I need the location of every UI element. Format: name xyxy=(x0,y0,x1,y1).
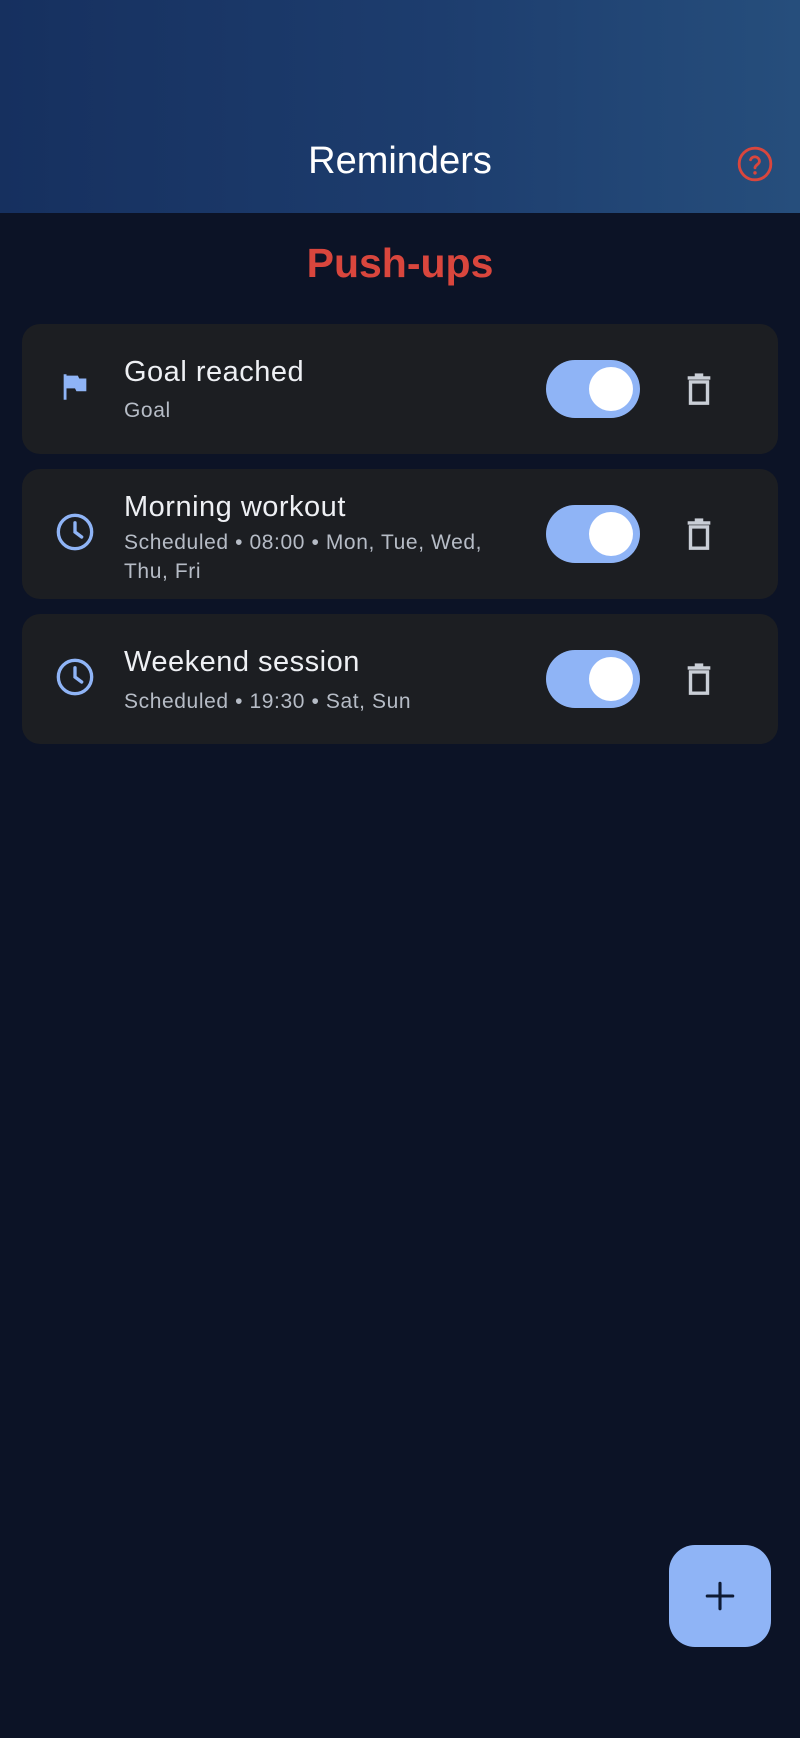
reminder-toggle[interactable] xyxy=(546,360,640,418)
toggle-knob xyxy=(589,657,633,701)
reminder-toggle[interactable] xyxy=(546,505,640,563)
reminder-subtitle: Goal xyxy=(124,399,171,422)
app-bar: Reminders xyxy=(0,0,800,213)
plus-icon xyxy=(705,1581,735,1611)
toggle-knob xyxy=(589,367,633,411)
delete-button[interactable] xyxy=(677,657,721,701)
delete-button[interactable] xyxy=(677,512,721,556)
trash-icon xyxy=(687,518,711,550)
help-button[interactable] xyxy=(736,145,774,183)
reminder-title: Goal reached xyxy=(124,356,305,388)
reminder-subtitle: Scheduled • 19:30 • Sat, Sun xyxy=(124,690,412,713)
help-circle-icon xyxy=(737,146,773,182)
clock-icon xyxy=(52,509,98,555)
toggle-knob xyxy=(589,512,633,556)
reminders-screen: Reminders Push-ups Goal reached Goal Mor… xyxy=(0,0,800,1738)
reminder-card-morning-workout[interactable]: Morning workout Scheduled • 08:00 • Mon,… xyxy=(22,469,778,599)
delete-button[interactable] xyxy=(677,367,721,411)
trash-icon xyxy=(687,663,711,695)
add-reminder-button[interactable] xyxy=(669,1545,771,1647)
reminder-title: Weekend session xyxy=(124,646,360,678)
reminder-card-weekend-session[interactable]: Weekend session Scheduled • 19:30 • Sat,… xyxy=(22,614,778,744)
trash-icon xyxy=(687,373,711,405)
reminder-subtitle: Scheduled • 08:00 • Mon, Tue, Wed, Thu, … xyxy=(124,531,483,583)
page-title: Reminders xyxy=(308,140,492,182)
reminder-title: Morning workout xyxy=(124,491,346,523)
reminder-toggle[interactable] xyxy=(546,650,640,708)
clock-icon xyxy=(52,654,98,700)
reminder-card-goal-reached[interactable]: Goal reached Goal xyxy=(22,324,778,454)
section-title: Push-ups xyxy=(306,240,494,286)
flag-icon xyxy=(52,364,98,410)
